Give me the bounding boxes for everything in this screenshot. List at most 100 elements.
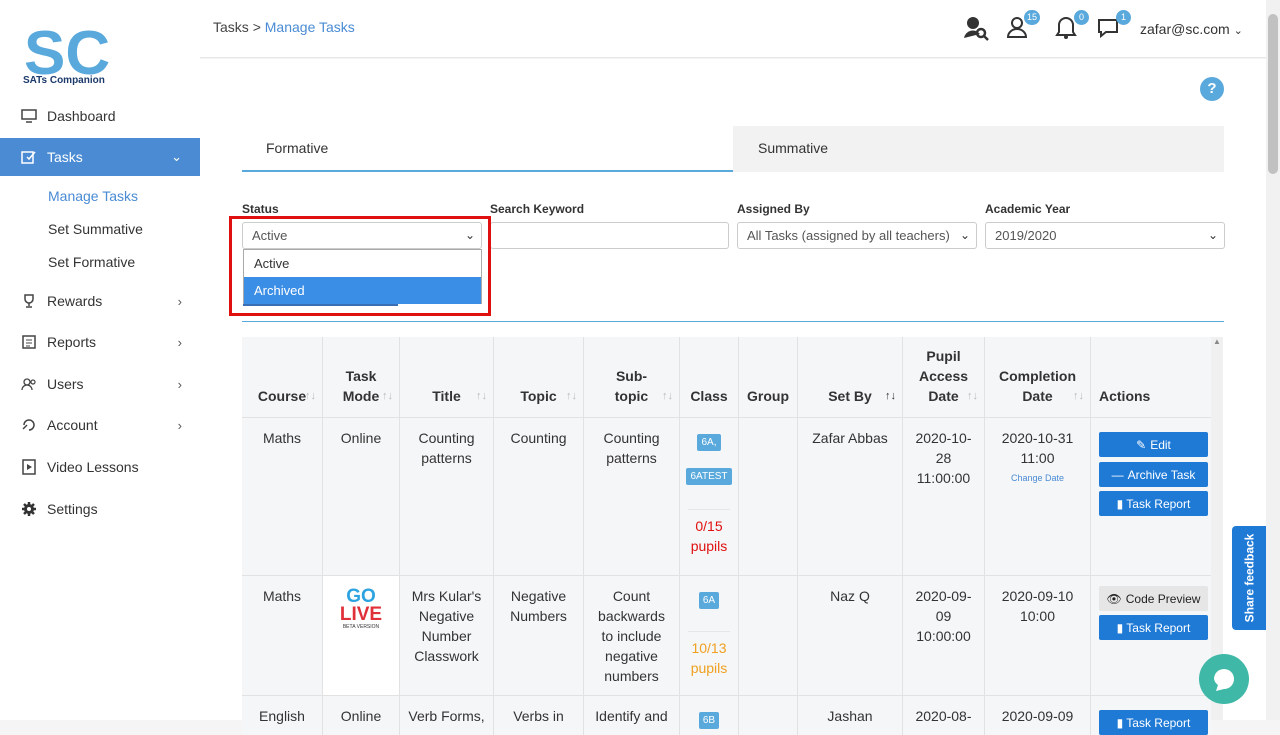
chevron-down-icon: ⌄ — [1233, 25, 1243, 37]
sidebar-item-dashboard[interactable]: Dashboard — [0, 97, 200, 135]
go-live-logo: GO LIVE BETA VERSION — [339, 586, 383, 630]
share-feedback-button[interactable]: Share feedback — [1232, 526, 1266, 630]
sidebar-item-label: Video Lessons — [47, 459, 139, 475]
completion-date-text: 2020-10-31 11:00 — [1001, 430, 1074, 466]
task-tabs: Formative Summative — [242, 126, 1224, 172]
sort-icon[interactable]: ↑↓ — [382, 386, 393, 406]
archive-task-button[interactable]: — Archive Task — [1099, 462, 1208, 487]
academic-year-value: 2019/2020 — [995, 228, 1057, 243]
cell-group — [739, 696, 798, 735]
cell-completion-date: 2020-09-09 — [985, 696, 1091, 735]
cell-mode: GO LIVE BETA VERSION — [323, 576, 400, 695]
cell-class: 6A, 6ATEST 0/15 pupils — [680, 418, 739, 575]
sort-icon[interactable]: ↑↓ — [566, 386, 577, 406]
scroll-up-icon[interactable]: ▲ — [1211, 337, 1223, 346]
cell-title: Mrs Kular's Negative Number Classwork — [400, 576, 494, 695]
user-search-icon[interactable] — [962, 14, 990, 42]
bar-chart-icon: ▮ — [1116, 715, 1124, 730]
cell-title: Counting patterns — [400, 418, 494, 575]
cell-course: English — [242, 696, 323, 735]
sidebar-item-tasks[interactable]: Tasks ⌄ — [0, 138, 200, 176]
sidebar-subitem-set-formative[interactable]: Set Formative — [48, 254, 135, 270]
user-menu[interactable]: zafar@sc.com ⌄ — [1140, 21, 1243, 37]
messages-badge: 1 — [1116, 10, 1131, 25]
tab-summative[interactable]: Summative — [733, 126, 1224, 172]
cell-completion-date: 2020-09-10 10:00 — [985, 576, 1091, 695]
users-icon — [20, 375, 38, 393]
filter-divider — [242, 321, 1224, 322]
sort-icon[interactable]: ↑↓ — [885, 386, 896, 406]
page-scrollbar[interactable] — [1266, 0, 1280, 720]
chat-widget-button[interactable] — [1199, 654, 1249, 704]
col-course[interactable]: Course ↑↓ — [242, 337, 323, 418]
cell-topic: Counting — [494, 418, 584, 575]
sort-icon[interactable]: ↑↓ — [967, 386, 978, 406]
col-title[interactable]: Title ↑↓ — [400, 337, 494, 418]
report-icon — [20, 333, 38, 351]
cell-title: Verb Forms, — [400, 696, 494, 735]
status-label: Status — [242, 202, 279, 216]
sidebar: SC SATs Companion Dashboard Tasks ⌄ Mana… — [0, 0, 200, 720]
sidebar-item-label: Reports — [47, 334, 97, 350]
class-badge: 6A — [698, 592, 720, 609]
col-pupil-access-date[interactable]: Pupil Access Date ↑↓ — [903, 337, 985, 418]
scroll-thumb[interactable] — [1268, 14, 1278, 174]
class-badge: 6A, — [697, 434, 721, 451]
users-requests-icon[interactable]: 15 — [1006, 10, 1040, 42]
sidebar-item-video-lessons[interactable]: Video Lessons — [0, 448, 200, 486]
sort-icon[interactable]: ↑↓ — [305, 386, 316, 406]
change-date-link[interactable]: Change Date — [985, 468, 1090, 488]
sort-icon[interactable]: ↑↓ — [1073, 386, 1084, 406]
cell-set-by: Naz Q — [798, 576, 903, 695]
sidebar-subitem-set-summative[interactable]: Set Summative — [48, 221, 143, 237]
task-report-button[interactable]: ▮ Task Report — [1099, 491, 1208, 516]
cell-course: Maths — [242, 576, 323, 695]
search-keyword-input[interactable] — [490, 222, 729, 249]
chevron-down-icon: ⌄ — [959, 228, 970, 242]
cell-access-date: 2020-08- — [903, 696, 985, 735]
sort-icon[interactable]: ↑↓ — [662, 386, 673, 406]
edit-button[interactable]: ✎ Edit — [1099, 432, 1208, 457]
sidebar-item-label: Account — [47, 417, 98, 433]
sidebar-subitem-manage-tasks[interactable]: Manage Tasks — [48, 188, 138, 204]
assigned-by-value: All Tasks (assigned by all teachers) — [747, 228, 950, 243]
sidebar-item-account[interactable]: Account › — [0, 406, 200, 444]
cell-set-by: Zafar Abbas — [798, 418, 903, 575]
col-subtopic[interactable]: Sub-topic ↑↓ — [584, 337, 680, 418]
sidebar-item-reports[interactable]: Reports › — [0, 323, 200, 361]
bar-chart-icon: ▮ — [1116, 496, 1124, 511]
sort-icon[interactable]: ↑↓ — [476, 386, 487, 406]
breadcrumb: Tasks > Manage Tasks — [213, 19, 355, 35]
assigned-by-select[interactable]: All Tasks (assigned by all teachers) ⌄ — [737, 222, 977, 249]
cell-subtopic: Count backwards to include negative numb… — [584, 576, 680, 695]
highlight-box — [229, 216, 491, 316]
cell-subtopic: Identify and — [584, 696, 680, 735]
cell-group — [739, 576, 798, 695]
col-task-mode[interactable]: Task Mode ↑↓ — [323, 337, 400, 418]
task-report-button[interactable]: ▮ Task Report — [1099, 710, 1208, 735]
cell-mode: Online — [323, 696, 400, 735]
cell-subtopic: Counting patterns — [584, 418, 680, 575]
col-group: Group — [739, 337, 798, 418]
breadcrumb-current[interactable]: Manage Tasks — [265, 19, 355, 35]
table-row: Maths Online Counting patterns Counting … — [242, 417, 1212, 575]
tasks-table: Course ↑↓ Task Mode ↑↓ Title ↑↓ Topic ↑↓ Sub-… — [242, 337, 1212, 735]
breadcrumb-separator: > — [252, 19, 261, 35]
academic-year-label: Academic Year — [985, 202, 1071, 216]
sidebar-item-users[interactable]: Users › — [0, 365, 200, 403]
col-topic[interactable]: Topic ↑↓ — [494, 337, 584, 418]
chat-bubble-icon[interactable]: 1 — [1097, 10, 1131, 42]
tab-formative[interactable]: Formative — [242, 126, 733, 172]
breadcrumb-root[interactable]: Tasks — [213, 19, 249, 35]
cell-access-date: 2020-09-09 10:00:00 — [903, 576, 985, 695]
code-preview-button[interactable]: 👁 Code Preview — [1099, 586, 1208, 611]
help-icon[interactable]: ? — [1200, 77, 1224, 101]
task-report-button[interactable]: ▮ Task Report — [1099, 615, 1208, 640]
sidebar-item-settings[interactable]: Settings — [0, 490, 200, 528]
academic-year-select[interactable]: 2019/2020 ⌄ — [985, 222, 1225, 249]
col-set-by[interactable]: Set By ↑↓ — [798, 337, 903, 418]
sidebar-item-rewards[interactable]: Rewards › — [0, 282, 200, 320]
video-icon — [20, 458, 38, 476]
bell-icon[interactable]: 0 — [1055, 10, 1089, 42]
col-completion-date[interactable]: Completion Date ↑↓ — [985, 337, 1091, 418]
